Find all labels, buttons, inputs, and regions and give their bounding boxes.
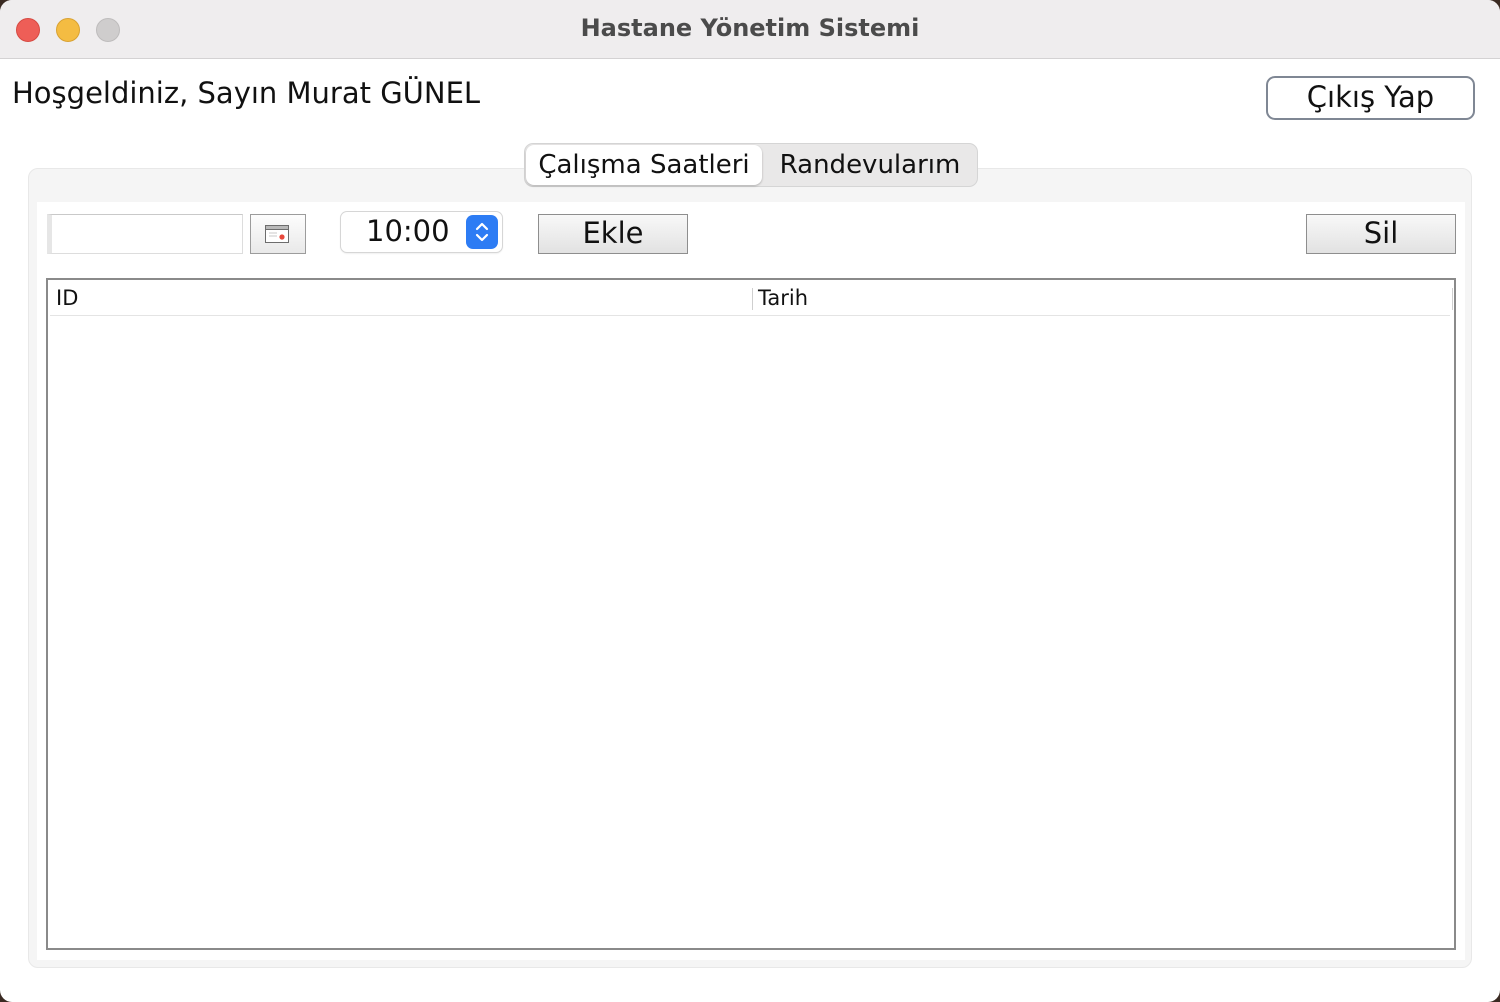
tab-working-hours[interactable]: Çalışma Saatleri [526, 145, 762, 185]
calendar-icon [265, 225, 289, 243]
column-header-date[interactable]: Tarih [758, 282, 1448, 315]
window-title: Hastane Yönetim Sistemi [580, 14, 920, 42]
tab-bar: Çalışma Saatleri Randevularım [524, 143, 978, 187]
column-divider[interactable] [1452, 288, 1453, 310]
app-window: Hastane Yönetim Sistemi Hoşgeldiniz, Say… [0, 0, 1500, 1002]
time-value[interactable]: 10:00 [366, 212, 450, 252]
column-header-id[interactable]: ID [56, 282, 746, 315]
calendar-button[interactable] [250, 214, 306, 254]
tab-appointments[interactable]: Randevularım [763, 144, 977, 186]
logout-button[interactable]: Çıkış Yap [1266, 76, 1475, 120]
add-button[interactable]: Ekle [538, 214, 688, 254]
working-hours-table[interactable]: ID Tarih [46, 278, 1456, 950]
up-down-arrows-icon [475, 222, 489, 242]
table-header: ID Tarih [50, 282, 1453, 316]
column-divider[interactable] [752, 288, 753, 310]
welcome-message: Hoşgeldiniz, Sayın Murat GÜNEL [12, 76, 481, 110]
date-input[interactable] [47, 214, 243, 254]
delete-button[interactable]: Sil [1306, 214, 1456, 254]
time-stepper[interactable] [466, 215, 498, 249]
title-bar[interactable]: Hastane Yönetim Sistemi [0, 0, 1500, 59]
